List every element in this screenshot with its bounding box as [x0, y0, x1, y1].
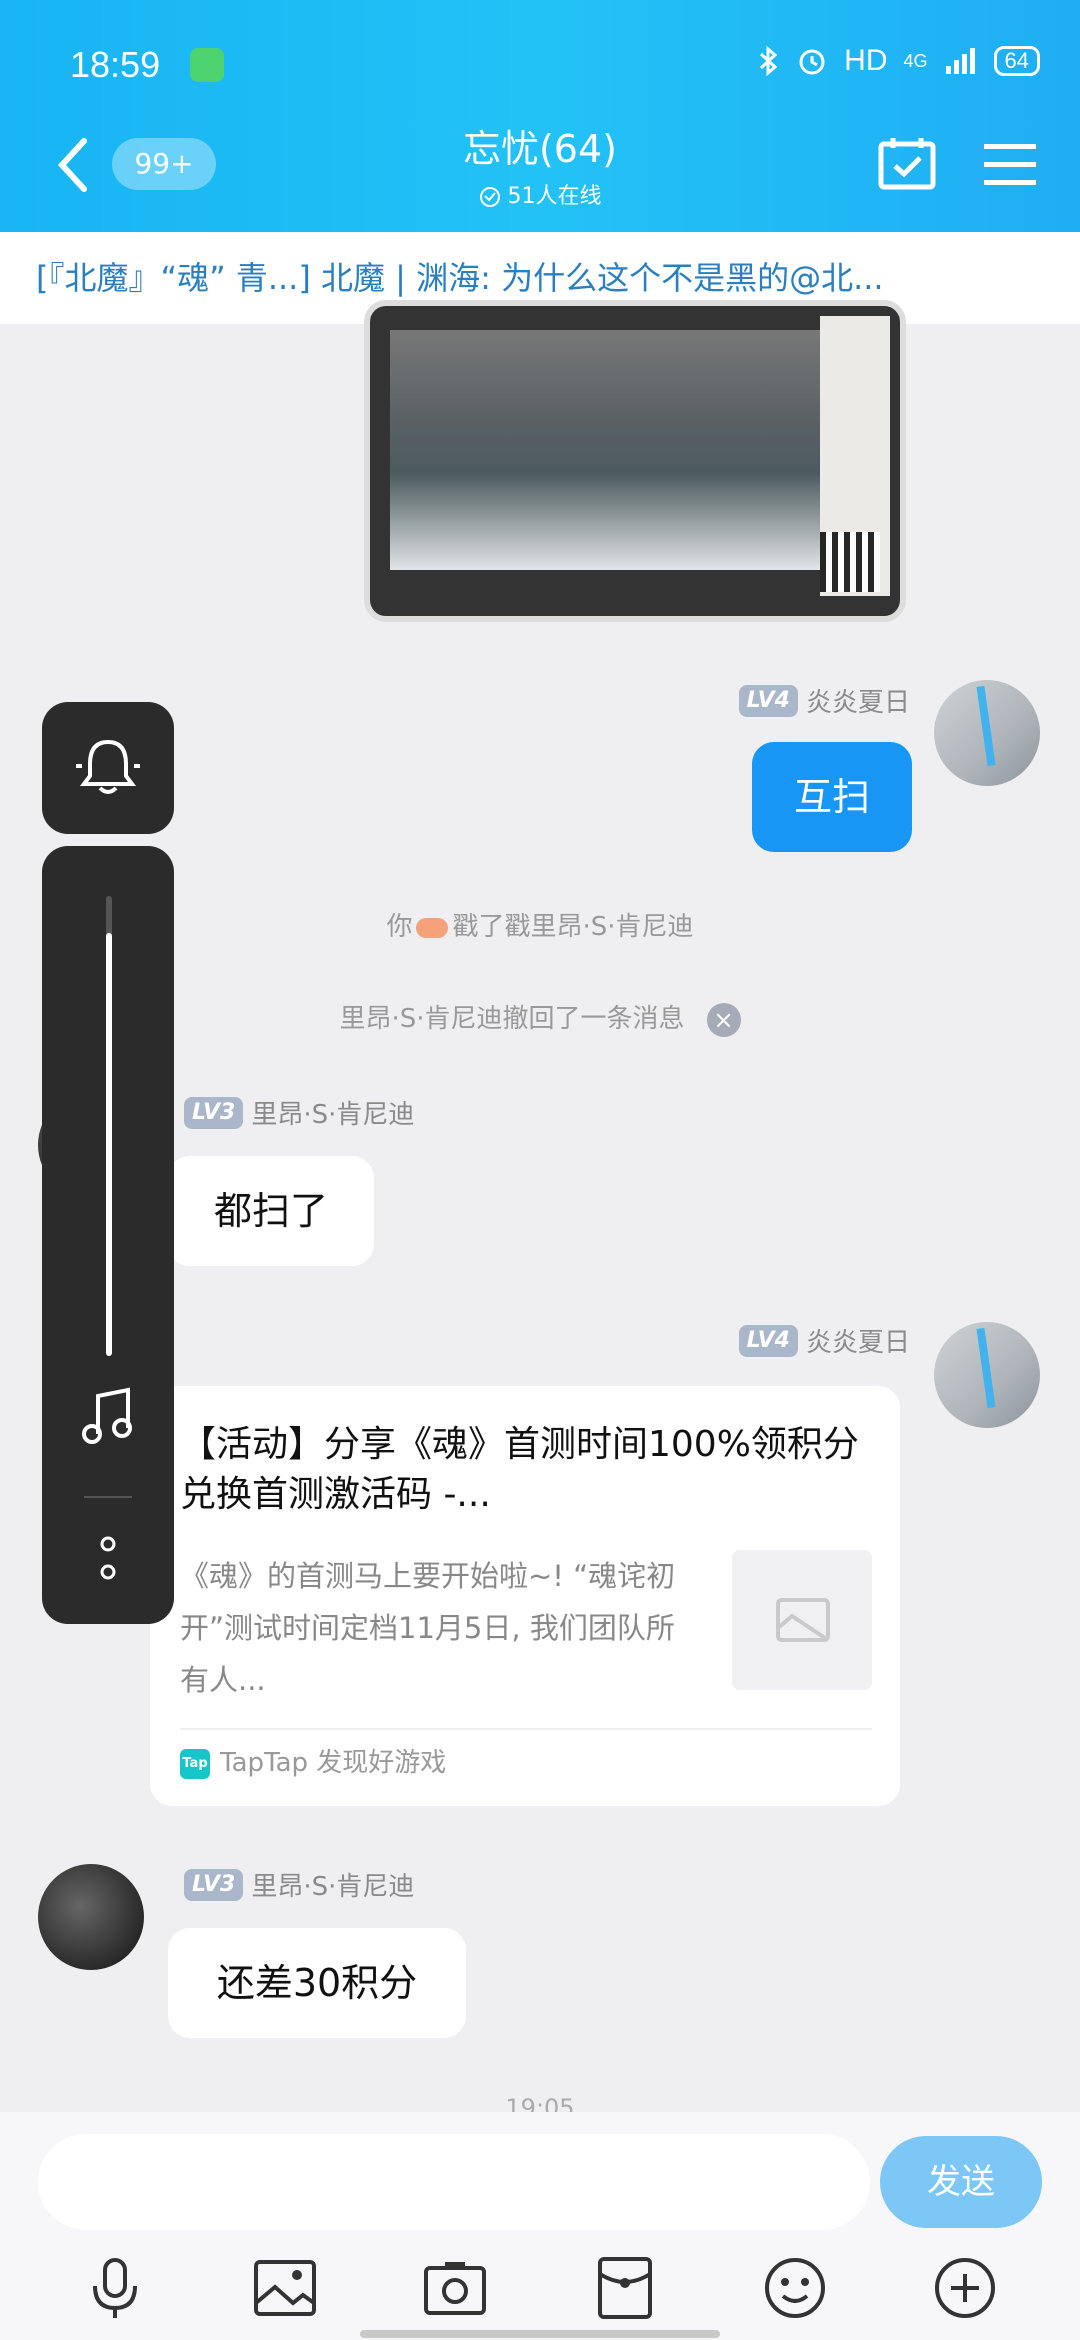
status-time: 18:59 [70, 44, 161, 85]
input-area: 发送 [0, 2112, 1080, 2340]
level-badge: LV3 [184, 1096, 244, 1129]
volume-panel [42, 846, 174, 1624]
notification-bell-button[interactable] [42, 702, 174, 834]
chat-header: 18:59 HD 4G 64 99+ 忘忧(64) 51人在线 [0, 0, 1080, 232]
taptap-logo-icon: Tap [180, 1748, 210, 1779]
level-badge: LV3 [184, 1868, 244, 1901]
poke-hand-icon [416, 917, 449, 938]
volume-slider[interactable] [106, 896, 112, 1356]
card-source: Tap TapTap 发现好游戏 [180, 1738, 446, 1788]
volume-slider-fill [106, 932, 112, 1356]
game-screenshot [390, 330, 830, 570]
message-bubble[interactable]: 互扫 [752, 742, 912, 852]
microphone-icon[interactable] [79, 2252, 151, 2324]
system-text-before: 你 [386, 912, 413, 942]
card-title: 【活动】分享《魂》首测时间100%领积分兑换首测激活码 -... [180, 1424, 859, 1515]
message-bubble[interactable]: 还差30积分 [168, 1928, 466, 2038]
recall-text: 里昂·S·肯尼迪撤回了一条消息 [339, 1004, 685, 1034]
plus-icon[interactable] [929, 2252, 1001, 2324]
avatar[interactable] [38, 1864, 144, 1970]
message-bubble[interactable]: 都扫了 [168, 1156, 374, 1266]
alarm-icon [799, 49, 825, 75]
sender-info: LV3 里昂·S·肯尼迪 [184, 1866, 414, 1903]
bell-icon [76, 739, 140, 794]
sender-name[interactable]: 里昂·S·肯尼迪 [251, 1872, 414, 1902]
link-share-card[interactable]: 【活动】分享《魂》首测时间100%领积分兑换首测激活码 -... 《魂》的首测马… [150, 1386, 900, 1806]
home-indicator[interactable] [360, 2330, 720, 2338]
online-count: 51人在线 [507, 184, 602, 209]
image-placeholder-icon [776, 1598, 830, 1642]
send-button[interactable]: 发送 [880, 2136, 1042, 2228]
app-notification-icon [190, 48, 224, 82]
status-indicators: HD 4G 64 [758, 44, 1040, 78]
sender-info: LV4 炎炎夏日 [738, 682, 910, 719]
network-type: 4G [903, 50, 928, 71]
red-packet-icon[interactable] [589, 2252, 661, 2324]
camera-icon[interactable] [419, 2252, 491, 2324]
card-divider [180, 1728, 872, 1730]
sender-info: LV4 炎炎夏日 [738, 1322, 910, 1359]
input-toolbar [0, 2252, 1080, 2324]
menu-icon[interactable] [984, 140, 1036, 188]
card-description: 《魂》的首测马上要开始啦~! “魂诧初开”测试时间定档11月5日, 我们团队所有… [180, 1559, 676, 1697]
level-badge: LV4 [738, 684, 798, 717]
sender-info: LV3 里昂·S·肯尼迪 [184, 1094, 414, 1131]
battery-indicator: 64 [993, 46, 1040, 76]
sender-name[interactable]: 里昂·S·肯尼迪 [251, 1100, 414, 1130]
system-text-after: 戳了戳里昂·S·肯尼迪 [452, 912, 694, 942]
card-thumbnail [732, 1550, 872, 1690]
close-icon[interactable]: × [706, 1002, 741, 1037]
sender-name[interactable]: 炎炎夏日 [806, 1328, 910, 1358]
avatar[interactable] [934, 1322, 1040, 1428]
signal-icon [945, 48, 975, 74]
image-icon[interactable] [249, 2252, 321, 2324]
card-source-text: TapTap 发现好游戏 [220, 1748, 447, 1778]
music-note-icon[interactable] [82, 1386, 134, 1446]
image-message[interactable] [364, 300, 906, 622]
emoji-icon[interactable] [759, 2252, 831, 2324]
bluetooth-icon [760, 45, 778, 77]
hd-label: HD [844, 44, 888, 77]
more-options-icon[interactable] [96, 1536, 120, 1582]
avatar[interactable] [934, 680, 1040, 786]
qr-code [820, 532, 880, 592]
online-check-icon [479, 187, 500, 207]
message-input[interactable] [38, 2134, 870, 2230]
level-badge: LV4 [738, 1324, 798, 1357]
panel-divider [84, 1496, 132, 1498]
calendar-check-icon[interactable] [878, 136, 936, 190]
sender-name[interactable]: 炎炎夏日 [806, 688, 910, 718]
